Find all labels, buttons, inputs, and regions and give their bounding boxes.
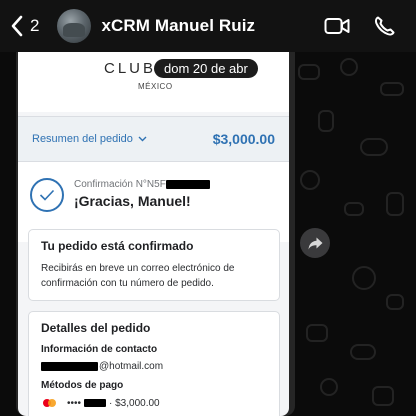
wallpaper-doodle bbox=[352, 266, 376, 290]
wallpaper-doodle bbox=[344, 202, 364, 216]
order-summary-toggle[interactable]: Resumen del pedido bbox=[32, 133, 147, 145]
thank-you-heading: ¡Gracias, Manuel! bbox=[74, 193, 191, 209]
order-confirmed-card: Tu pedido está confirmado Recibirás en b… bbox=[28, 229, 280, 301]
order-confirmed-title: Tu pedido está confirmado bbox=[41, 239, 194, 253]
redaction-bar bbox=[84, 399, 107, 407]
wallpaper-doodle bbox=[386, 294, 404, 310]
order-summary-bar: Resumen del pedido $3,000.00 bbox=[18, 116, 289, 162]
order-summary-total: $3,000.00 bbox=[212, 131, 275, 147]
wallpaper-doodle bbox=[306, 324, 328, 342]
payment-method-row: •••• · $3,000.00 bbox=[41, 397, 267, 409]
wallpaper-doodle bbox=[318, 110, 334, 132]
chevron-down-icon bbox=[138, 136, 147, 142]
wallpaper-doodle bbox=[386, 192, 404, 216]
redaction-bar bbox=[165, 179, 210, 189]
email-suffix: @hotmail.com bbox=[99, 361, 164, 372]
back-chevron-icon bbox=[11, 15, 23, 37]
image-message-bubble[interactable]: CLUB MÉXICO dom 20 de abr Resumen del pe… bbox=[16, 52, 295, 416]
confirmation-number: Confirmación N°N5F bbox=[74, 179, 210, 190]
forward-button[interactable] bbox=[300, 228, 330, 258]
payment-methods-label: Métodos de pago bbox=[41, 380, 124, 391]
payment-amount: · $3,000.00 bbox=[109, 397, 160, 409]
brand-logo: CLUB bbox=[104, 60, 157, 77]
order-receipt-screenshot: CLUB MÉXICO dom 20 de abr Resumen del pe… bbox=[18, 52, 289, 416]
header-actions bbox=[324, 15, 398, 37]
video-call-icon[interactable] bbox=[324, 15, 350, 37]
back-button[interactable]: 2 bbox=[10, 15, 39, 37]
avatar[interactable] bbox=[57, 9, 92, 43]
order-details-title: Detalles del pedido bbox=[41, 321, 151, 335]
card-dots: •••• bbox=[67, 397, 82, 409]
contact-email: @hotmail.com bbox=[41, 361, 267, 372]
contact-name[interactable]: xCRM Manuel Ruiz bbox=[101, 16, 255, 36]
contact-info-label: Información de contacto bbox=[41, 344, 158, 355]
confirmation-number-label: Confirmación N°N5F bbox=[74, 179, 166, 190]
phone-icon[interactable] bbox=[372, 15, 398, 37]
chat-header: 2 xCRM Manuel Ruiz bbox=[0, 0, 416, 52]
wallpaper-doodle bbox=[320, 378, 338, 396]
wallpaper-doodle bbox=[300, 170, 320, 190]
check-circle-icon bbox=[30, 178, 64, 212]
wallpaper-doodle bbox=[380, 82, 404, 96]
brand-country: MÉXICO bbox=[138, 82, 173, 91]
date-badge: dom 20 de abr bbox=[154, 59, 258, 78]
order-details-card: Detalles del pedido Información de conta… bbox=[28, 311, 280, 416]
wallpaper-doodle bbox=[372, 386, 394, 406]
order-summary-label: Resumen del pedido bbox=[32, 133, 133, 145]
order-confirmed-body: Recibirás en breve un correo electrónico… bbox=[41, 263, 235, 289]
wallpaper-doodle bbox=[340, 58, 358, 76]
mastercard-icon bbox=[41, 397, 59, 409]
redaction-bar bbox=[41, 362, 98, 371]
wallpaper-doodle bbox=[350, 344, 376, 360]
brand-header: CLUB MÉXICO dom 20 de abr bbox=[18, 52, 289, 112]
forward-icon bbox=[308, 237, 322, 249]
wallpaper-doodle bbox=[298, 64, 320, 80]
unread-count: 2 bbox=[30, 16, 40, 35]
wallpaper-doodle bbox=[360, 138, 388, 156]
